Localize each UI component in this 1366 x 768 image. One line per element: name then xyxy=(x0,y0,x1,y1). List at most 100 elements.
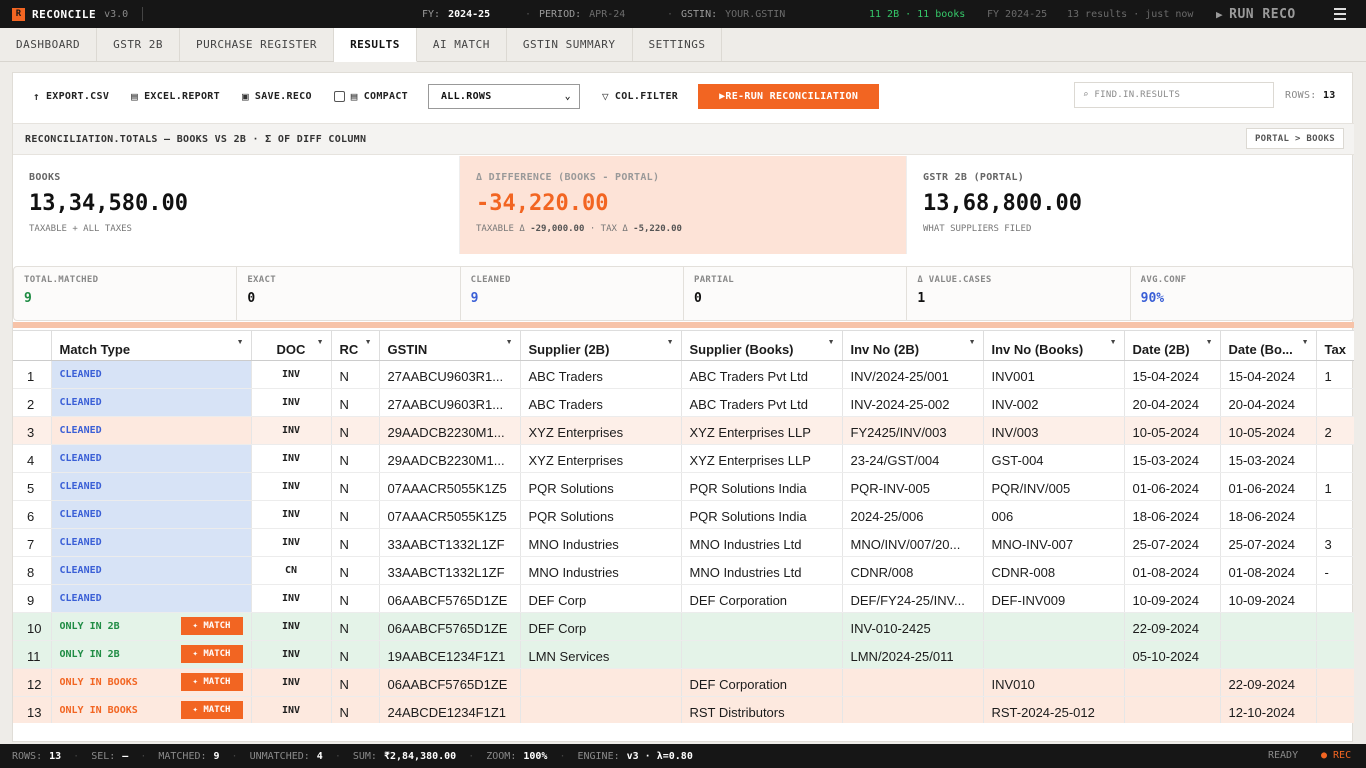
funnel-icon: ▽ xyxy=(601,89,609,103)
compact-toggle[interactable]: ▤ COMPACT xyxy=(333,90,408,103)
doc-cell: INV xyxy=(251,668,332,697)
table-row[interactable]: 7 CLEANED INV N 33AABCT1332L1ZF MNO Industrie… xyxy=(13,528,1354,557)
table-row[interactable]: 2 CLEANED INV N 27AABCU9603R1... ABC Traders A… xyxy=(13,388,1354,417)
table-row[interactable]: 5 CLEANED INV N 07AAACR5055K1Z5 PQR Solutions… xyxy=(13,472,1354,501)
tab-dashboard[interactable]: DASHBOARD xyxy=(0,28,98,61)
compact-checkbox[interactable] xyxy=(333,90,345,102)
column-header[interactable]: Date (2B) ▼ xyxy=(1124,330,1221,361)
find-in-results-input[interactable]: ⌕ FIND.IN.RESULTS xyxy=(1074,82,1274,108)
manual-match-button[interactable]: ✦ MATCH xyxy=(180,617,243,635)
row-filter-select[interactable]: ALL.ROWS ⌄ xyxy=(427,83,580,109)
status-zoom: ZOOM: 100% xyxy=(486,750,548,762)
rerun-reconciliation-button[interactable]: ▶RE-RUN RECONCILIATION xyxy=(698,83,880,109)
sbk-cell: ABC Traders Pvt Ltd xyxy=(681,360,843,389)
column-header[interactable]: Supplier (2B) ▼ xyxy=(520,330,682,361)
column-header[interactable]: Date (Bo... ▼ xyxy=(1220,330,1317,361)
hamburger-menu-icon[interactable] xyxy=(1334,8,1346,20)
totals-cards: BOOKS 13,34,580.00 TAXABLE + ALL TAXES Δ… xyxy=(13,156,1354,254)
sort-arrow-icon[interactable]: ▼ xyxy=(506,339,513,346)
table-row[interactable]: 10 ONLY IN 2B ✦ MATCH INV N 06AABCF5765D1ZE DE… xyxy=(13,612,1354,641)
column-header[interactable]: Match Type ▼ xyxy=(51,330,252,361)
row-number: 12 xyxy=(13,668,52,697)
gstin-value[interactable]: YOUR.GSTIN xyxy=(725,9,785,20)
table-row[interactable]: 13 ONLY IN BOOKS ✦ MATCH INV N 24ABCDE1234F1Z… xyxy=(13,696,1354,723)
col-filter-button[interactable]: ▽ COL.FILTER xyxy=(602,90,678,103)
tax-cell: 1 xyxy=(1316,360,1354,389)
period-value[interactable]: APR-24 xyxy=(589,9,625,20)
s2b-cell: LMN Services xyxy=(520,640,682,669)
dbk-cell: 20-04-2024 xyxy=(1220,388,1317,417)
s2b-cell: PQR Solutions xyxy=(520,472,682,501)
table-row[interactable]: 3 CLEANED INV N 29AADCB2230M1... XYZ Enterpri… xyxy=(13,416,1354,445)
tab-results[interactable]: RESULTS xyxy=(334,28,417,62)
diff-value: -34,220.00 xyxy=(476,191,609,216)
tab-ai-match[interactable]: AI MATCH xyxy=(417,28,507,61)
status-ready: READY xyxy=(1268,750,1299,761)
gstin-cell: 27AABCU9603R1... xyxy=(379,388,521,417)
doc-cell: CN xyxy=(251,556,332,585)
column-header[interactable]: DOC ▼ xyxy=(251,330,332,361)
sort-arrow-icon[interactable]: ▼ xyxy=(969,339,976,346)
sort-arrow-icon[interactable]: ▼ xyxy=(1110,339,1117,346)
compact-label: COMPACT xyxy=(363,90,408,102)
match-type-label: CLEANED xyxy=(59,397,102,408)
column-header[interactable]: Inv No (2B) ▼ xyxy=(842,330,984,361)
match-type-label: CLEANED xyxy=(59,481,102,492)
excel-report-button[interactable]: ▤ EXCEL.REPORT xyxy=(131,90,220,103)
sort-arrow-icon[interactable]: ▼ xyxy=(237,339,244,346)
column-header[interactable]: Inv No (Books) ▼ xyxy=(983,330,1125,361)
d2b-cell: 10-09-2024 xyxy=(1124,584,1221,613)
tab-gstin-summary[interactable]: GSTIN SUMMARY xyxy=(507,28,633,61)
gstin-cell: 06AABCF5765D1ZE xyxy=(379,668,521,697)
fy-value[interactable]: 2024-25 xyxy=(448,9,490,20)
sort-arrow-icon[interactable]: ▼ xyxy=(317,339,324,346)
match-type-label: CLEANED xyxy=(59,537,102,548)
doc-cell: INV xyxy=(251,612,332,641)
table-row[interactable]: 9 CLEANED INV N 06AABCF5765D1ZE DEF Corp DEF C… xyxy=(13,584,1354,613)
column-header[interactable]: GSTIN ▼ xyxy=(379,330,521,361)
sort-arrow-icon[interactable]: ▼ xyxy=(1302,339,1309,346)
table-row[interactable]: 12 ONLY IN BOOKS ✦ MATCH INV N 06AABCF5765D1Z… xyxy=(13,668,1354,697)
d2b-cell xyxy=(1124,696,1221,723)
column-header[interactable]: Tax xyxy=(1316,330,1354,361)
totals-header: RECONCILIATION.TOTALS — BOOKS VS 2B · Σ … xyxy=(13,123,1354,155)
table-row[interactable]: 8 CLEANED CN N 33AABCT1332L1ZF MNO Industries… xyxy=(13,556,1354,585)
upload-arrow-icon: ↑ xyxy=(33,89,40,103)
sort-arrow-icon[interactable]: ▼ xyxy=(365,339,372,346)
sort-arrow-icon[interactable]: ▼ xyxy=(828,339,835,346)
results-indicator: 13 results · just now xyxy=(1067,8,1194,20)
manual-match-button[interactable]: ✦ MATCH xyxy=(180,645,243,663)
manual-match-button[interactable]: ✦ MATCH xyxy=(180,673,243,691)
column-header[interactable]: Supplier (Books) ▼ xyxy=(681,330,843,361)
row-filter-value: ALL.ROWS xyxy=(440,90,492,102)
dbk-cell: 25-07-2024 xyxy=(1220,528,1317,557)
table-row[interactable]: 6 CLEANED INV N 07AAACR5055K1Z5 PQR Solutions… xyxy=(13,500,1354,529)
stat-exact: EXACT 0 xyxy=(237,267,461,320)
sbk-cell: MNO Industries Ltd xyxy=(681,556,843,585)
save-reco-button[interactable]: ▣ SAVE.RECO xyxy=(242,90,312,103)
tab-settings[interactable]: SETTINGS xyxy=(633,28,723,61)
tax-cell xyxy=(1316,668,1354,697)
fy-field[interactable]: FY: 2024-25 xyxy=(422,0,490,28)
rc-cell: N xyxy=(331,416,380,445)
export-csv-button[interactable]: ↑ EXPORT.CSV xyxy=(33,90,109,103)
manual-match-button[interactable]: ✦ MATCH xyxy=(180,701,243,719)
tab-purchase-register[interactable]: PURCHASE REGISTER xyxy=(180,28,335,61)
tab-gstr-2b[interactable]: GSTR 2B xyxy=(97,28,180,61)
column-header[interactable]: RC ▼ xyxy=(331,330,380,361)
sort-arrow-icon[interactable]: ▼ xyxy=(1206,339,1213,346)
sort-arrow-icon[interactable]: ▼ xyxy=(667,339,674,346)
rc-cell: N xyxy=(331,584,380,613)
run-reco-button[interactable]: ▶ RUN RECO xyxy=(1216,0,1296,28)
table-row[interactable]: 4 CLEANED INV N 29AADCB2230M1... XYZ Enterpri… xyxy=(13,444,1354,473)
table-row[interactable]: 1 CLEANED INV N 27AABCU9603R1... ABC Traders A… xyxy=(13,360,1354,389)
books-value: 13,34,580.00 xyxy=(29,191,188,216)
status-selection: SEL: — xyxy=(91,750,129,762)
period-field[interactable]: PERIOD: APR-24 xyxy=(539,0,625,28)
gstin-field[interactable]: GSTIN: YOUR.GSTIN xyxy=(681,0,785,28)
ibk-cell: INV010 xyxy=(983,668,1125,697)
table-row[interactable]: 11 ONLY IN 2B ✦ MATCH INV N 19AABCE1234F1Z1 LM… xyxy=(13,640,1354,669)
play-icon: ▶ xyxy=(1216,7,1224,21)
status-matched: MATCHED: 9 xyxy=(158,750,220,762)
d2b-cell: 15-03-2024 xyxy=(1124,444,1221,473)
